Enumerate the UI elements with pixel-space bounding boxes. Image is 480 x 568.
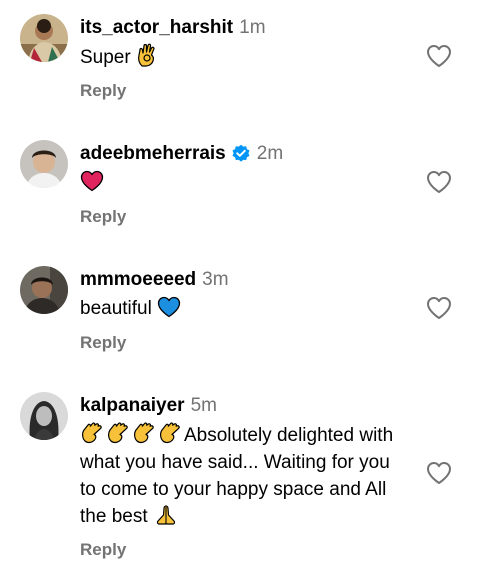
comment-text: beautiful [80, 295, 410, 322]
like-button[interactable] [426, 296, 452, 320]
clapping-hands-emoji-icon [80, 421, 106, 445]
avatar[interactable] [20, 140, 68, 188]
red-heart-emoji-icon [80, 170, 104, 192]
username[interactable]: adeebmeherrais [80, 142, 226, 166]
reply-button[interactable]: Reply [80, 207, 126, 227]
timestamp: 5m [190, 395, 217, 416]
username[interactable]: kalpanaiyer [80, 394, 185, 418]
reply-button[interactable]: Reply [80, 81, 126, 101]
verified-badge-icon [231, 144, 251, 164]
avatar[interactable] [20, 266, 68, 314]
comments-list: its_actor_harshit 1m Super Reply adeebme… [0, 0, 480, 568]
blue-heart-emoji-icon [157, 296, 181, 318]
heart-outline-icon [427, 171, 451, 193]
username[interactable]: its_actor_harshit [80, 16, 233, 40]
username[interactable]: mmmoeeeed [80, 268, 196, 292]
comment-text [80, 169, 410, 196]
like-button[interactable] [426, 44, 452, 68]
heart-outline-icon [427, 297, 451, 319]
clapping-hands-emoji-icon [158, 421, 184, 445]
timestamp: 1m [239, 17, 266, 38]
comment-text-content: beautiful [80, 298, 152, 319]
like-button[interactable] [426, 461, 452, 485]
heart-outline-icon [427, 462, 451, 484]
comment-text-content: Super [80, 47, 131, 68]
timestamp: 3m [202, 269, 229, 290]
comment-text: Super [80, 43, 410, 71]
reply-button[interactable]: Reply [80, 540, 126, 560]
avatar[interactable] [20, 14, 68, 62]
timestamp: 2m [256, 143, 284, 164]
ok-hand-emoji-icon [136, 43, 158, 67]
heart-outline-icon [427, 45, 451, 67]
like-button[interactable] [426, 170, 452, 194]
clapping-hands-emoji-icon [106, 421, 132, 445]
clapping-hands-emoji-icon [132, 421, 158, 445]
avatar[interactable] [20, 392, 68, 440]
comment-text-line1: Absolutely delighted [184, 425, 355, 446]
folded-hands-emoji-icon [153, 504, 179, 526]
reply-button[interactable]: Reply [80, 333, 126, 353]
comment-text: Absolutely delighted with what you have … [80, 421, 410, 530]
